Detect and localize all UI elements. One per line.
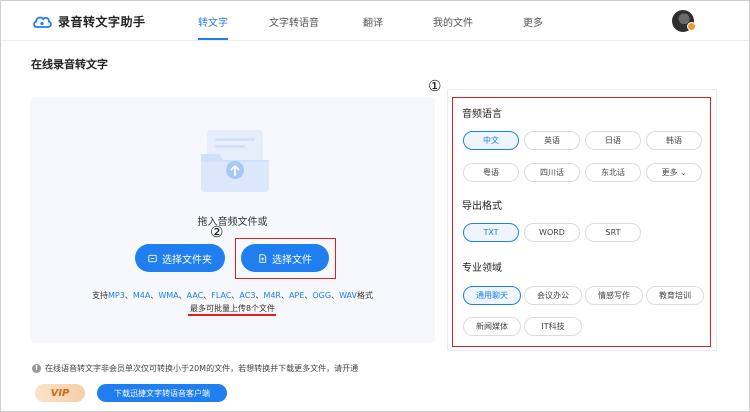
language-option-english[interactable]: 英语	[524, 131, 580, 150]
cloud-logo-icon	[33, 16, 52, 28]
avatar-badge	[687, 22, 696, 31]
format-ext: OGG	[312, 291, 332, 300]
domain-option-it[interactable]: IT科技	[524, 317, 582, 336]
domain-option-general[interactable]: 通用聊天	[463, 286, 521, 305]
page-title: 在线录音转文字	[31, 58, 108, 71]
chevron-down-icon: ⌄	[680, 168, 687, 177]
format-ext: M4A	[132, 291, 151, 300]
domain-option-writing[interactable]: 情感写作	[585, 286, 643, 305]
format-ext: M4R	[263, 291, 281, 300]
format-ext: AAC	[186, 291, 204, 300]
formats-suffix: 格式	[356, 291, 373, 300]
export-option-word[interactable]: WORD	[524, 223, 580, 242]
select-folder-button[interactable]: 选择文件夹	[135, 244, 225, 272]
domain-option-education[interactable]: 教育培训	[646, 286, 704, 305]
audio-language-title: 音频语言	[462, 109, 502, 120]
active-tab-indicator	[198, 38, 228, 40]
language-more-label: 更多	[661, 168, 678, 177]
format-ext: APE	[289, 291, 305, 300]
membership-notice: 在线语音转文字非会员单次仅可转换小于20M的文件，若想转换并下载更多文件，请开通	[45, 364, 359, 373]
export-format-title: 导出格式	[462, 201, 502, 212]
format-ext: WAV	[339, 291, 357, 300]
nav-item-more[interactable]: 更多	[523, 14, 543, 29]
upload-limit-text: 最多可批量上传8个文件	[189, 304, 276, 313]
annotation-box-2	[235, 238, 336, 279]
format-ext: AC3	[239, 291, 256, 300]
nav-item-translate[interactable]: 翻译	[363, 14, 383, 29]
export-option-txt[interactable]: TXT	[463, 223, 519, 242]
info-icon: !	[32, 364, 41, 373]
annotation-number-2: ②	[210, 223, 224, 241]
vip-button[interactable]: VIP	[35, 384, 85, 402]
download-client-button[interactable]: 下载迅捷文字转语音客户端	[97, 384, 227, 402]
format-ext: FLAC	[211, 291, 232, 300]
annotation-number-1: ①	[428, 77, 442, 95]
select-folder-label: 选择文件夹	[162, 254, 212, 266]
domain-option-news[interactable]: 新闻媒体	[463, 317, 521, 336]
language-option-northeastern[interactable]: 东北话	[585, 163, 641, 182]
language-option-cantonese[interactable]: 粤语	[463, 163, 519, 182]
app-logo[interactable]: 录音转文字助手	[32, 11, 146, 31]
app-name: 录音转文字助手	[58, 14, 146, 29]
top-navigation-bar: 录音转文字助手 转文字 文字转语音 翻译 我的文件 更多	[1, 1, 749, 41]
professional-domain-title: 专业领域	[462, 263, 502, 274]
nav-item-text-to-speech[interactable]: 文字转语音	[269, 14, 319, 29]
language-option-chinese[interactable]: 中文	[463, 131, 519, 150]
formats-prefix: 支持	[92, 291, 109, 300]
language-option-korean[interactable]: 韩语	[646, 131, 702, 150]
upload-illustration-icon	[201, 130, 269, 192]
nav-item-my-files[interactable]: 我的文件	[433, 14, 473, 29]
nav-item-transcribe[interactable]: 转文字	[198, 14, 228, 29]
supported-formats-text: 支持MP3、M4A、WMA、AAC、FLAC、AC3、M4R、APE、OGG、W…	[92, 291, 373, 300]
drop-hint-text: 拖入音频文件或	[197, 217, 268, 228]
export-option-srt[interactable]: SRT	[585, 223, 641, 242]
language-more-dropdown[interactable]: 更多 ⌄	[646, 163, 702, 182]
language-option-sichuanese[interactable]: 四川话	[524, 163, 580, 182]
annotation-underline	[188, 314, 276, 316]
folder-icon	[148, 254, 157, 262]
language-option-japanese[interactable]: 日语	[585, 131, 641, 150]
domain-option-meeting[interactable]: 会议办公	[524, 286, 582, 305]
format-ext: WMA	[158, 291, 179, 300]
format-ext: MP3	[108, 291, 125, 300]
